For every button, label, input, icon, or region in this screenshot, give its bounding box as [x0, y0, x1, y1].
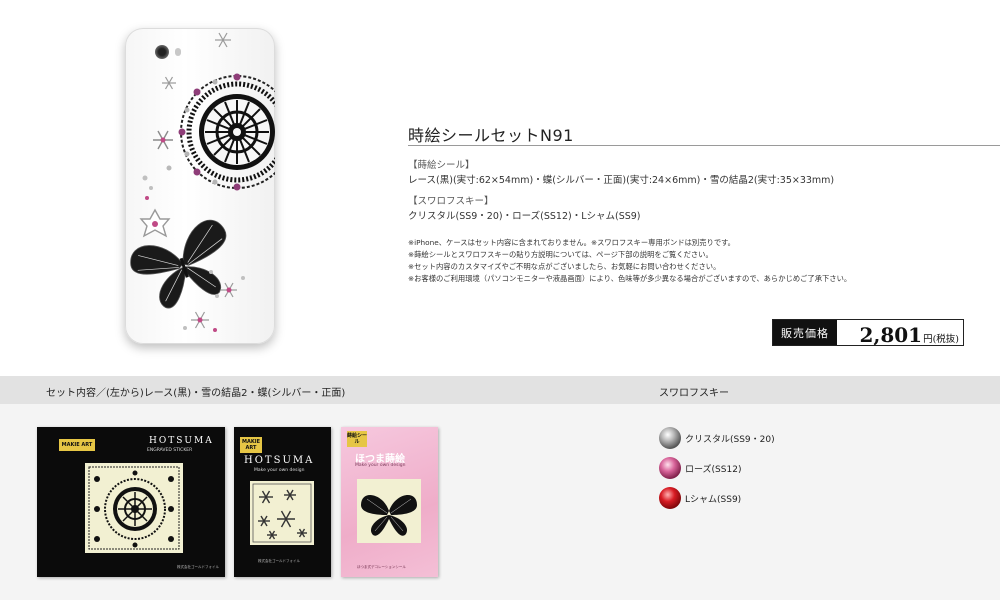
butterfly-icon: [130, 219, 227, 309]
lace-mandala-icon: [178, 73, 275, 191]
package-snowflake: MAKIE ART HOTSUMA Make your own design 株…: [234, 427, 331, 577]
package-footer: 株式会社ゴールドフォイル: [258, 559, 300, 563]
note-line: ※お客様のご利用環境（パソコンモニターや液晶画面）により、色味等が多少異なる場合…: [408, 274, 852, 283]
snowflake-icon: [153, 130, 173, 150]
case-decoration: [130, 32, 275, 332]
snowflake-icon: [139, 208, 171, 238]
spec-heading-swarovski: 【スワロフスキー】: [408, 196, 494, 207]
spec-swarovski-details: クリスタル(SS9・20)・ローズ(SS12)・Lシャム(SS9): [408, 211, 641, 222]
crystal-label: Lシャム(SS9): [685, 494, 742, 505]
snowflake-sticker-icon: [252, 483, 312, 543]
package-lace: MAKIE ART HOTSUMA ENGRAVED STICKER 株式会社ゴ…: [37, 427, 225, 577]
set-contents-heading: セット内容／(左から)レース(黒)・雪の結晶2・蝶(シルバー・正面): [46, 388, 346, 399]
price-label: 販売価格: [773, 320, 837, 345]
crystal-item: クリスタル(SS9・20): [659, 427, 775, 449]
package-subtitle: Make your own design: [355, 463, 406, 468]
spec-heading-makie: 【蒔絵シール】: [408, 160, 475, 171]
note-line: ※iPhone、ケースはセット内容に含まれておりません。※スワロフスキー専用ボン…: [408, 238, 735, 247]
butterfly-sticker-icon: [361, 494, 417, 536]
price-value-area: 2,801 円(税抜): [837, 320, 963, 347]
crystal-item: Lシャム(SS9): [659, 487, 741, 509]
snowflake-icon: [221, 282, 237, 298]
package-brand: HOTSUMA: [149, 436, 214, 446]
snowflake-icon: [215, 32, 231, 48]
crystal-label: クリスタル(SS9・20): [685, 434, 775, 445]
price-box: 販売価格 2,801 円(税抜): [772, 319, 964, 347]
siam-gem-icon: [659, 487, 681, 509]
snowflake-icon: [191, 311, 209, 329]
crystal-item: ローズ(SS12): [659, 457, 741, 479]
package-footer: 株式会社ゴールドフォイル: [177, 565, 219, 569]
sticker-sheet: [357, 479, 421, 543]
lace-sticker-icon: [88, 466, 180, 550]
package-brand: HOTSUMA: [244, 455, 315, 466]
package-subtitle: Make your own design: [254, 468, 305, 473]
package-tag: 蒔絵シール: [347, 431, 368, 447]
package-butterfly: 蒔絵シール ほつま蒔絵 Make your own design ほつま式デコレ…: [341, 427, 438, 577]
package-tag: MAKIE ART: [59, 439, 95, 451]
package-footer: ほつま式デコレーションシール: [357, 565, 406, 569]
note-line: ※蒔絵シールとスワロフスキーの貼り方説明については、ページ下部の説明をご覧くださ…: [408, 250, 713, 259]
price-unit: 円(税抜): [923, 334, 959, 345]
crystal-label: ローズ(SS12): [685, 464, 742, 475]
product-title: 時絵シールセットN91: [408, 126, 574, 145]
package-tag: MAKIE ART: [240, 437, 262, 453]
product-image: [120, 22, 280, 348]
rose-gem-icon: [659, 457, 681, 479]
sticker-sheet: [250, 481, 314, 545]
spec-makie-details: レース(黒)(実寸:62×54mm)・蝶(シルバー・正面)(実寸:24×6mm)…: [408, 175, 835, 186]
snowflake-icon: [162, 76, 176, 90]
swarovski-heading: スワロフスキー: [659, 388, 729, 399]
sticker-sheet: [85, 463, 183, 553]
package-subtitle: ENGRAVED STICKER: [147, 448, 193, 453]
note-line: ※セット内容のカスタマイズやご不明な点がございましたら、お気軽にお問い合わせくだ…: [408, 262, 721, 271]
crystal-gem-icon: [659, 427, 681, 449]
notes-block: ※iPhone、ケースはセット内容に含まれておりません。※スワロフスキー専用ボン…: [408, 237, 851, 285]
price-value: 2,801: [859, 323, 923, 347]
phone-case: [125, 28, 275, 344]
title-divider: [408, 145, 1000, 146]
